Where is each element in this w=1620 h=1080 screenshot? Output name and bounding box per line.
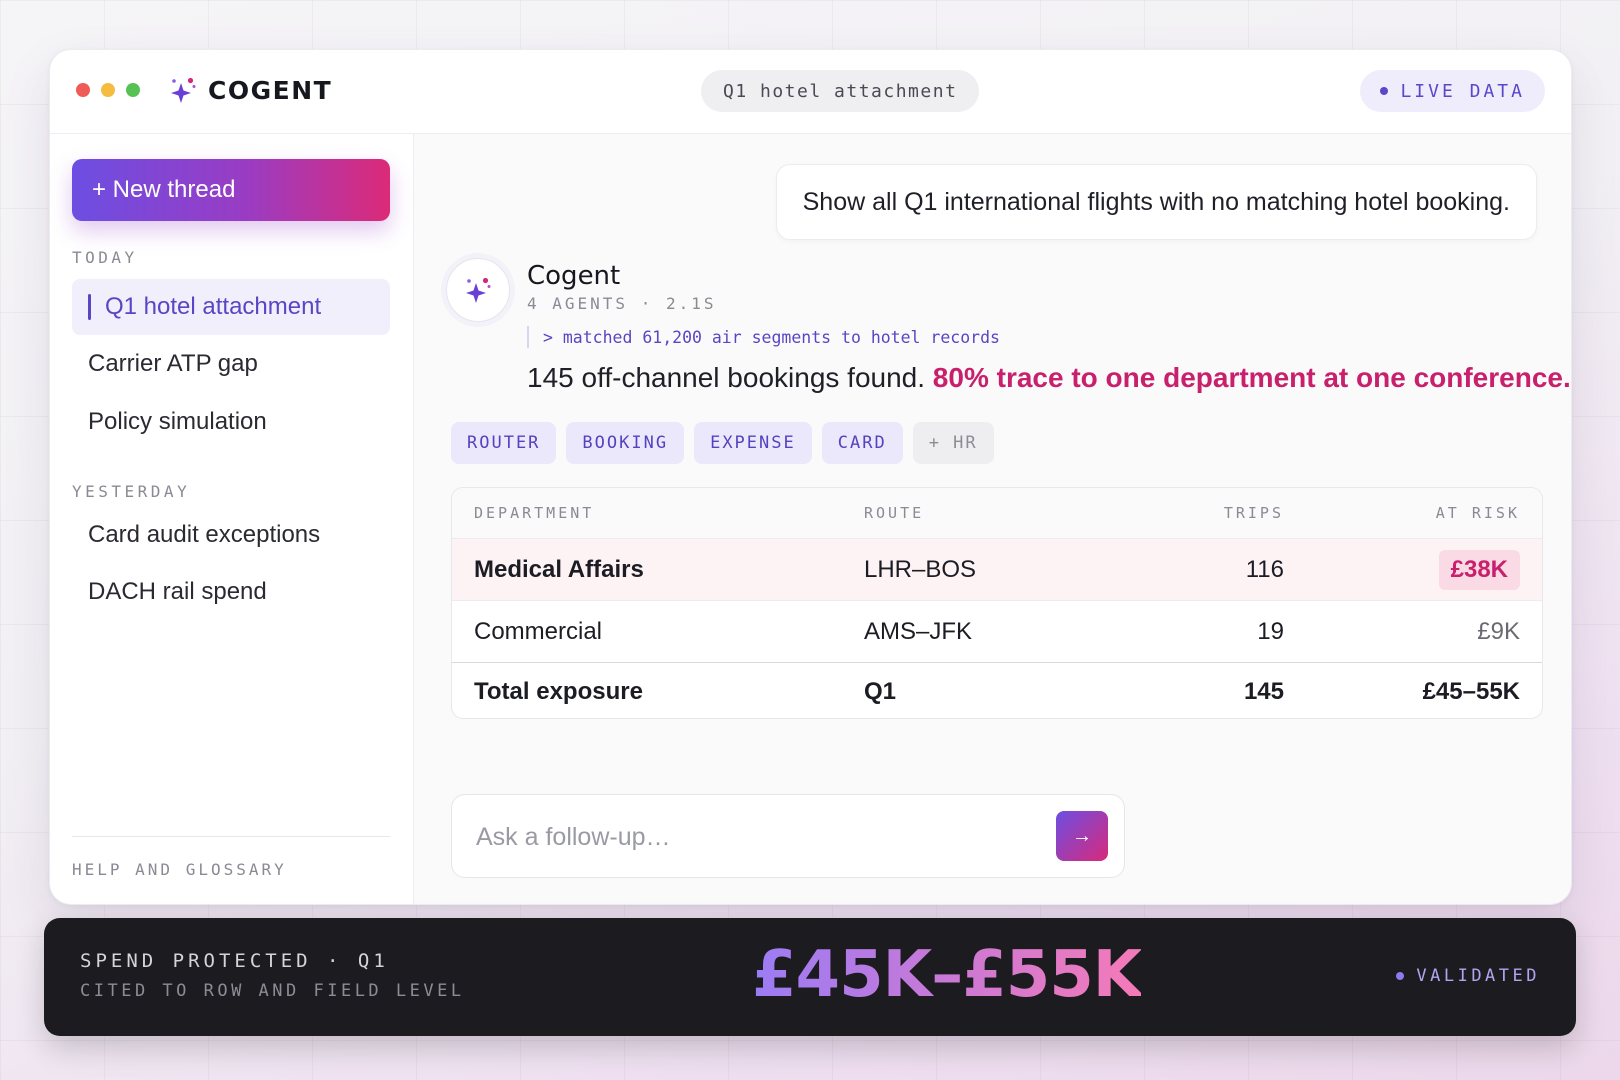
table-row[interactable]: Commercial AMS–JFK 19 £9K [452, 601, 1542, 663]
sparkle-star-icon [466, 277, 491, 303]
tag-expense[interactable]: EXPENSE [694, 422, 812, 464]
tag-booking[interactable]: BOOKING [566, 422, 685, 464]
total-at-risk: £45–55K [1422, 677, 1520, 705]
header-at-risk[interactable]: AT RISK [1436, 504, 1520, 522]
sidebar-item-label: Carrier ATP gap [88, 350, 258, 377]
sidebar-item-label: Policy simulation [88, 408, 267, 435]
sidebar-item-label: DACH rail spend [88, 578, 267, 605]
cell-route: AMS–JFK [864, 617, 973, 645]
validated-status: VALIDATED [1396, 966, 1540, 986]
live-data-label: LIVE DATA [1400, 80, 1525, 102]
header-department[interactable]: DEPARTMENT [474, 504, 594, 522]
send-button[interactable]: → [1056, 811, 1108, 861]
sidebar-item-q1-hotel-attachment[interactable]: Q1 hotel attachment [72, 279, 390, 335]
brand: COGENT [168, 74, 332, 106]
cell-at-risk: £9K [1477, 617, 1520, 645]
sidebar-item-card-audit-exceptions[interactable]: Card audit exceptions [72, 507, 390, 563]
header-route[interactable]: ROUTE [864, 504, 924, 522]
total-label: Total exposure [474, 677, 643, 705]
sidebar: + New thread TODAY Q1 hotel attachment C… [50, 134, 414, 904]
tag-card[interactable]: CARD [821, 422, 903, 464]
assistant-avatar [446, 258, 510, 322]
help-and-glossary-link[interactable]: HELP AND GLOSSARY [72, 860, 287, 879]
sidebar-item-label: Q1 hotel attachment [105, 293, 322, 320]
assistant-meta: 4 AGENTS · 2.1S [527, 294, 717, 313]
header-trips[interactable]: TRIPS [1224, 504, 1284, 522]
agent-trace: > matched 61,200 air segments to hotel r… [527, 326, 1000, 348]
cell-department: Commercial [474, 617, 603, 645]
brand-name: COGENT [208, 75, 333, 105]
app-window: COGENT Q1 hotel attachment LIVE DATA + N… [49, 49, 1572, 905]
assistant-answer: 145 off-channel bookings found. 80% trac… [527, 362, 1571, 394]
answer-highlight: 80% trace to one department at one confe… [932, 362, 1571, 393]
spend-protected-banner: SPEND PROTECTED · Q1 CITED TO ROW AND FI… [44, 918, 1576, 1036]
sparkle-star-icon [171, 77, 196, 103]
arrow-right-icon: → [1072, 824, 1092, 847]
results-table: DEPARTMENT ROUTE TRIPS AT RISK Medical A… [451, 487, 1543, 719]
live-data-badge: LIVE DATA [1360, 70, 1545, 112]
cell-trips: 19 [1257, 617, 1284, 645]
total-route: Q1 [864, 677, 897, 705]
user-message-bubble: Show all Q1 international flights with n… [775, 164, 1537, 240]
cell-route: LHR–BOS [864, 555, 977, 583]
validated-dot-icon [1396, 972, 1405, 980]
chat-panel: Show all Q1 international flights with n… [414, 134, 1571, 904]
answer-text: 145 off-channel bookings found. [527, 362, 933, 393]
follow-up-input[interactable] [476, 817, 1016, 857]
tag-add-hr[interactable]: + HR [912, 422, 994, 464]
banner-subtitle: CITED TO ROW AND FIELD LEVEL [80, 981, 465, 1001]
sidebar-item-label: Card audit exceptions [88, 521, 321, 548]
total-trips: 145 [1243, 677, 1284, 705]
cell-at-risk-badge: £38K [1438, 549, 1520, 590]
sidebar-item-carrier-atp-gap[interactable]: Carrier ATP gap [72, 336, 390, 392]
maximize-window-dot[interactable] [126, 83, 140, 97]
sidebar-divider [72, 836, 390, 837]
thread-title-pill: Q1 hotel attachment [701, 70, 980, 112]
cell-trips: 116 [1245, 555, 1284, 583]
table-header: DEPARTMENT ROUTE TRIPS AT RISK [452, 488, 1542, 539]
sidebar-item-policy-simulation[interactable]: Policy simulation [72, 394, 390, 450]
table-row[interactable]: Medical Affairs LHR–BOS 116 £38K [452, 539, 1542, 601]
new-thread-button[interactable]: + New thread [72, 159, 390, 221]
protected-amount: £45K–£55K [752, 938, 1142, 1012]
minimize-window-dot[interactable] [101, 83, 115, 97]
validated-label: VALIDATED [1416, 966, 1540, 986]
section-label-yesterday: YESTERDAY [72, 482, 191, 501]
section-label-today: TODAY [72, 248, 138, 267]
window-controls [76, 83, 140, 97]
live-status-dot-icon [1380, 87, 1389, 95]
assistant-name: Cogent [527, 261, 621, 291]
title-bar: COGENT Q1 hotel attachment LIVE DATA [50, 50, 1571, 134]
close-window-dot[interactable] [76, 83, 90, 97]
tag-router[interactable]: ROUTER [451, 422, 557, 464]
table-total-row: Total exposure Q1 145 £45–55K [452, 663, 1542, 718]
follow-up-composer: → [451, 794, 1125, 878]
banner-title: SPEND PROTECTED · Q1 [80, 950, 389, 972]
agent-tags: ROUTER BOOKING EXPENSE CARD + HR [451, 422, 994, 464]
cell-department: Medical Affairs [474, 555, 644, 583]
sidebar-item-dach-rail-spend[interactable]: DACH rail spend [72, 564, 390, 620]
